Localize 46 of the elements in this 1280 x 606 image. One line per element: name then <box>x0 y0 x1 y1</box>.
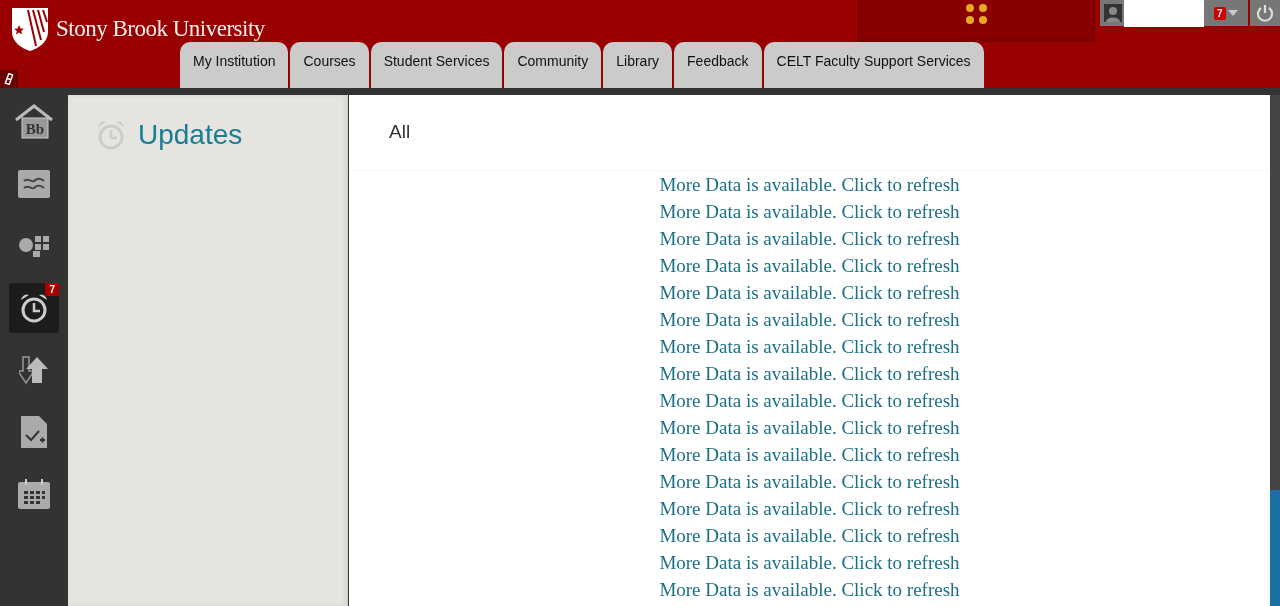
nav-tab[interactable]: Student Services <box>370 42 503 88</box>
refresh-link[interactable]: More Data is available. Click to refresh <box>659 468 960 495</box>
power-icon[interactable] <box>1256 4 1274 22</box>
refresh-link[interactable]: More Data is available. Click to refresh <box>659 522 960 549</box>
caret-icon[interactable] <box>1227 10 1238 16</box>
grid-dots-icon[interactable] <box>964 3 989 25</box>
arrows-icon <box>19 355 49 385</box>
gear-grid-icon <box>17 234 51 258</box>
nav-tab[interactable]: Community <box>504 42 602 88</box>
calendar-icon <box>18 479 50 509</box>
refresh-link[interactable]: More Data is available. Click to refresh <box>659 333 960 360</box>
nav-button[interactable]: Bb <box>9 97 59 147</box>
alarm-clock-icon <box>19 293 49 323</box>
link-icon[interactable] <box>0 70 18 88</box>
refresh-link[interactable]: More Data is available. Click to refresh <box>659 198 960 225</box>
refresh-link[interactable]: More Data is available. Click to refresh <box>659 252 960 279</box>
user-name-field[interactable] <box>1124 0 1204 27</box>
refresh-link[interactable]: More Data is available. Click to refresh <box>659 279 960 306</box>
nav-tab[interactable]: Library <box>603 42 673 88</box>
notification-badge: 7 <box>1214 6 1226 20</box>
stream-icon <box>18 170 50 198</box>
refresh-link[interactable]: More Data is available. Click to refresh <box>659 171 960 198</box>
refresh-link[interactable]: More Data is available. Click to refresh <box>659 414 960 441</box>
shield-logo-icon <box>10 6 50 52</box>
university-name: Stony Brook University <box>56 16 265 42</box>
page-title: Updates <box>138 119 243 151</box>
alarm-clock-icon <box>96 120 126 150</box>
nav-tab[interactable]: CELT Faculty Support Services <box>763 42 984 88</box>
scrollbar-thumb[interactable] <box>1270 490 1280 606</box>
nav-tab[interactable]: Feedback <box>674 42 762 88</box>
refresh-link[interactable]: More Data is available. Click to refresh <box>659 360 960 387</box>
refresh-link[interactable]: More Data is available. Click to refresh <box>659 441 960 468</box>
bb-logo-text: Bb <box>25 121 45 137</box>
refresh-link[interactable]: More Data is available. Click to refresh <box>659 495 960 522</box>
refresh-link[interactable]: More Data is available. Click to refresh <box>659 306 960 333</box>
refresh-link[interactable]: More Data is available. Click to refresh <box>659 225 960 252</box>
nav-button[interactable]: 7 <box>9 283 59 333</box>
count-badge: 7 <box>45 283 59 296</box>
avatar-icon <box>1104 4 1122 22</box>
filter-tab[interactable]: All <box>389 121 411 143</box>
nav-tab[interactable]: My Institution <box>180 42 289 88</box>
refresh-link[interactable]: More Data is available. Click to refresh <box>659 387 960 414</box>
refresh-link[interactable]: More Data is available. Click to refresh <box>659 549 960 576</box>
refresh-link[interactable]: More Data is available. Click to refresh <box>659 576 960 603</box>
document-check-icon <box>21 416 47 448</box>
nav-tab[interactable]: Courses <box>290 42 369 88</box>
